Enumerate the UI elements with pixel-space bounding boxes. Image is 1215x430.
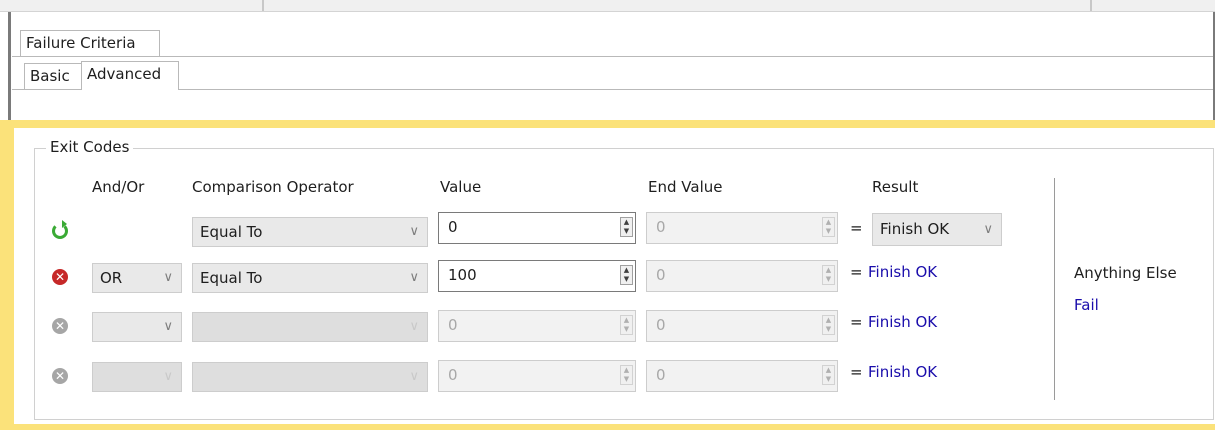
value-stepper: 0 ▲ ▼: [438, 360, 636, 392]
spin-buttons: ▲ ▼: [822, 365, 835, 385]
tab-advanced[interactable]: Advanced: [81, 61, 179, 90]
spin-buttons[interactable]: ▲ ▼: [620, 265, 633, 285]
group-title: Exit Codes: [46, 137, 134, 157]
equals-sign: =: [850, 263, 863, 281]
spin-buttons: ▲ ▼: [822, 265, 835, 285]
divider: [262, 0, 264, 11]
value-text: 100: [448, 266, 477, 284]
result-select[interactable]: Finish OK ∨: [872, 213, 1002, 246]
tab-failure-criteria[interactable]: Failure Criteria: [20, 30, 160, 56]
operator-select: ∨: [192, 362, 428, 392]
anything-else-result-link[interactable]: Fail: [1074, 295, 1099, 315]
header-comparison-operator: Comparison Operator: [192, 178, 354, 196]
value-stepper[interactable]: 0 ▲ ▼: [438, 212, 636, 244]
value-text: 0: [448, 218, 458, 236]
value-stepper[interactable]: 100 ▲ ▼: [438, 260, 636, 292]
value-text: 0: [448, 316, 458, 334]
left-border: [8, 12, 11, 120]
end-value-text: 0: [656, 218, 666, 236]
spin-buttons: ▲ ▼: [620, 315, 633, 335]
end-value-stepper: 0 ▲ ▼: [646, 212, 838, 244]
divider: [1090, 0, 1092, 11]
remove-icon[interactable]: ✕: [52, 269, 68, 285]
chevron-down-icon: ∨: [409, 319, 419, 334]
column-separator: [1054, 178, 1055, 400]
value-stepper: 0 ▲ ▼: [438, 310, 636, 342]
tab-strip-line: [12, 56, 1213, 57]
value-text: 0: [448, 366, 458, 384]
end-value-text: 0: [656, 366, 666, 384]
and-or-select[interactable]: OR ∨: [92, 263, 182, 293]
tab-label: Failure Criteria: [26, 34, 136, 52]
tab-label: Advanced: [87, 65, 162, 83]
equals-sign: =: [850, 313, 863, 331]
and-or-select: ∨: [92, 362, 182, 392]
header-result: Result: [872, 178, 919, 196]
chevron-down-icon: ∨: [163, 319, 173, 334]
end-value-text: 0: [656, 266, 666, 284]
subtab-strip-line: [12, 89, 1213, 90]
and-or-select[interactable]: ∨: [92, 312, 182, 342]
result-link[interactable]: Finish OK: [868, 312, 937, 332]
chevron-down-icon: ∨: [163, 369, 173, 384]
tab-label: Basic: [30, 67, 70, 85]
refresh-icon[interactable]: [52, 220, 68, 239]
end-value-stepper: 0 ▲ ▼: [646, 310, 838, 342]
header-and-or: And/Or: [92, 178, 145, 196]
and-or-value: OR: [100, 269, 123, 287]
top-strip: [0, 0, 1215, 12]
result-link[interactable]: Finish OK: [868, 362, 937, 382]
chevron-down-icon: ∨: [409, 270, 419, 285]
operator-select[interactable]: Equal To ∨: [192, 263, 428, 293]
equals-sign: =: [850, 219, 863, 237]
result-link[interactable]: Finish OK: [868, 262, 937, 282]
end-value-text: 0: [656, 316, 666, 334]
remove-icon: ✕: [52, 318, 68, 334]
operator-value: Equal To: [200, 223, 263, 241]
spin-buttons: ▲ ▼: [822, 315, 835, 335]
chevron-down-icon: ∨: [409, 369, 419, 384]
result-value: Finish OK: [880, 220, 950, 238]
operator-select[interactable]: Equal To ∨: [192, 217, 428, 247]
chevron-down-icon: ∨: [163, 270, 173, 285]
operator-select: ∨: [192, 312, 428, 342]
spin-buttons: ▲ ▼: [822, 217, 835, 237]
chevron-down-icon: ∨: [983, 222, 993, 237]
spin-buttons[interactable]: ▲ ▼: [620, 217, 633, 237]
equals-sign: =: [850, 363, 863, 381]
header-value: Value: [440, 178, 482, 196]
tab-basic[interactable]: Basic: [24, 63, 82, 89]
operator-value: Equal To: [200, 269, 263, 287]
remove-icon: ✕: [52, 368, 68, 384]
spin-buttons: ▲ ▼: [620, 365, 633, 385]
chevron-down-icon: ∨: [409, 224, 419, 239]
end-value-stepper: 0 ▲ ▼: [646, 260, 838, 292]
header-end-value: End Value: [648, 178, 723, 196]
end-value-stepper: 0 ▲ ▼: [646, 360, 838, 392]
anything-else-label: Anything Else: [1074, 264, 1177, 282]
